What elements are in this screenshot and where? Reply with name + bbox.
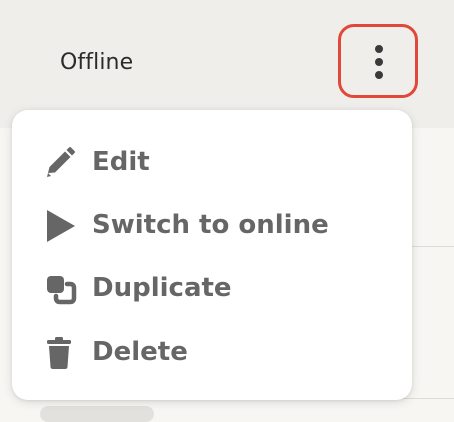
background-badge	[40, 406, 154, 422]
menu-item-label: Edit	[92, 147, 150, 177]
menu-item-edit[interactable]: Edit	[12, 134, 412, 190]
menu-item-switch-online[interactable]: Switch to online	[12, 197, 412, 253]
pencil-icon	[47, 147, 75, 177]
duplicate-icon	[47, 276, 77, 305]
status-label: Offline	[60, 50, 134, 75]
more-vertical-icon	[375, 45, 383, 79]
menu-item-duplicate[interactable]: Duplicate	[12, 260, 412, 316]
menu-item-delete[interactable]: Delete	[12, 324, 412, 380]
list-row-header: Offline	[0, 0, 454, 128]
trash-icon	[47, 337, 71, 369]
menu-item-label: Duplicate	[92, 273, 232, 303]
background-row-divider	[398, 398, 454, 399]
play-icon	[47, 210, 75, 242]
menu-item-label: Switch to online	[92, 210, 329, 240]
context-menu: Edit Switch to online Duplicate Delete	[12, 110, 412, 400]
menu-item-label: Delete	[92, 337, 188, 367]
more-options-button[interactable]	[338, 24, 418, 98]
